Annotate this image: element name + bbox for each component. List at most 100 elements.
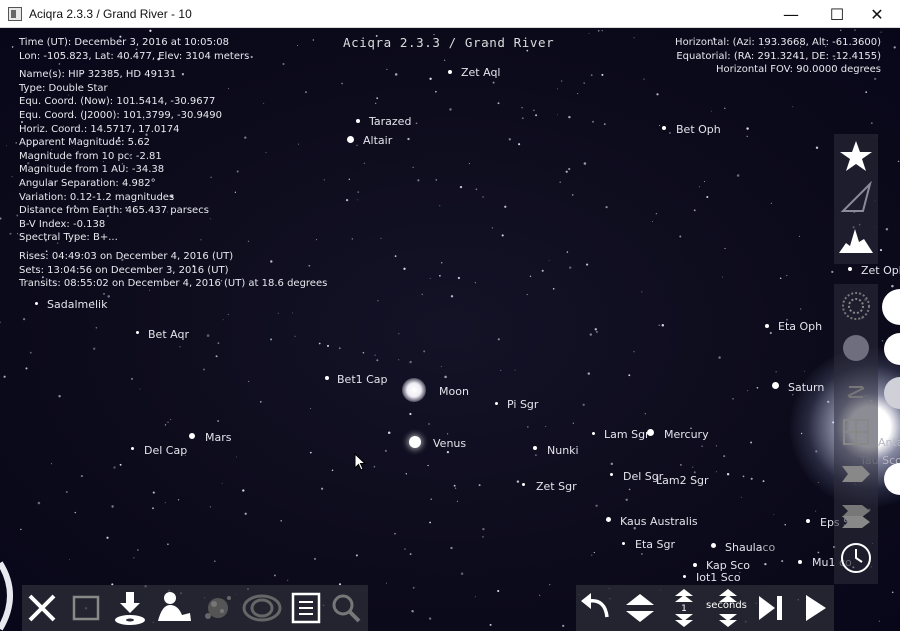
background-star [792, 106, 794, 108]
background-star [595, 504, 598, 507]
star-eps-sco[interactable] [806, 519, 810, 523]
info-rises: Rises: 04:49:03 on December 4, 2016 (UT) [19, 250, 234, 262]
atmosphere-button[interactable] [834, 328, 878, 368]
deep-sky-button[interactable] [834, 286, 878, 326]
star-shaula[interactable] [711, 543, 716, 548]
info-apparent-mag: Apparent Magnitude: 5.62 [19, 137, 150, 149]
search-button[interactable] [326, 588, 366, 628]
star-zet-sgr[interactable] [522, 483, 525, 486]
time-unit-label: seconds [706, 600, 747, 611]
star-tarazed[interactable] [356, 119, 360, 123]
sky-view[interactable]: Time (UT): December 3, 2016 at 10:05:08 … [0, 29, 900, 631]
label-zet-sgr: Zet Sgr [536, 480, 577, 493]
mercury[interactable] [647, 429, 654, 436]
satellites-button[interactable] [198, 588, 238, 628]
background-star [273, 574, 276, 577]
star-bet-oph[interactable] [662, 126, 666, 130]
close-button[interactable]: ✕ [854, 0, 900, 28]
background-star [74, 511, 77, 514]
landscape-button[interactable] [834, 220, 878, 260]
right-edge-buttons[interactable] [878, 287, 900, 507]
info-horiz: Horiz. Coord.: 14.5717, 17.0174 [19, 123, 180, 135]
background-star [454, 487, 457, 489]
label-eta-sgr: Eta Sgr [635, 538, 675, 551]
info-ang-sep: Angular Separation: 4.982° [19, 177, 156, 189]
undo-button[interactable] [576, 588, 616, 628]
star-mu1-sco[interactable] [798, 560, 802, 564]
window-frame-button[interactable] [66, 588, 106, 628]
background-star [605, 205, 608, 209]
satellite-icon [205, 596, 231, 619]
background-star [107, 295, 110, 298]
background-star [482, 196, 484, 198]
notes-button[interactable] [286, 588, 326, 628]
background-star [377, 299, 379, 302]
view-fov: Horizontal FOV: 90.0000 degrees [715, 64, 881, 76]
star-iot1-sco[interactable] [683, 575, 686, 578]
background-star [726, 472, 730, 476]
background-star [355, 554, 358, 557]
background-star [320, 487, 324, 490]
background-star [411, 610, 414, 613]
star-lam-sgr[interactable] [592, 432, 595, 435]
background-star [534, 454, 537, 457]
star-sadalmelik[interactable] [35, 302, 38, 305]
background-star [568, 167, 571, 171]
venus[interactable] [409, 436, 421, 448]
rate-step-button[interactable]: 1 [664, 588, 704, 628]
star-altair[interactable] [347, 136, 354, 143]
background-star [773, 514, 775, 516]
star-pi-sgr[interactable] [495, 402, 498, 405]
background-star [292, 312, 294, 314]
saturn[interactable] [772, 382, 779, 389]
background-star [706, 196, 709, 198]
star-icon [840, 141, 872, 171]
star-nunki[interactable] [533, 446, 537, 450]
close-icon: ✕ [870, 4, 884, 24]
background-star [167, 543, 169, 546]
label-saturn: Saturn [788, 381, 825, 394]
minimize-button[interactable]: — [768, 0, 814, 28]
time-unit-button[interactable]: seconds [706, 588, 750, 628]
background-star [762, 480, 765, 483]
star-del-cap[interactable] [131, 447, 134, 450]
planet-labels-button[interactable] [834, 370, 878, 410]
background-star [879, 249, 883, 252]
rate-toggle-button[interactable] [620, 588, 660, 628]
background-star [539, 594, 541, 596]
background-star [586, 263, 589, 266]
star-kap-sco[interactable] [693, 563, 697, 567]
star-bet1-cap[interactable] [325, 376, 329, 380]
orbital-view-button[interactable] [242, 588, 282, 628]
equatorial-grid-button[interactable] [834, 412, 878, 452]
label-bet1-cap: Bet1 Cap [337, 373, 388, 386]
star-kaus-australis[interactable] [606, 517, 611, 522]
step-forward-button[interactable] [750, 588, 790, 628]
background-star [357, 199, 359, 201]
moon[interactable] [402, 378, 426, 402]
observer-location-button[interactable] [154, 588, 194, 628]
background-star [583, 82, 586, 84]
forward-direction-button[interactable] [834, 454, 878, 494]
date-time-button[interactable] [834, 538, 878, 578]
background-star [15, 142, 18, 144]
constellation-lines-button[interactable] [834, 178, 878, 218]
star-eta-sgr[interactable] [622, 542, 625, 545]
ecliptic-button[interactable] [834, 496, 878, 536]
background-star [591, 120, 595, 123]
background-star [65, 491, 68, 493]
star-zet-oph[interactable] [848, 267, 852, 271]
close-view-button[interactable] [22, 588, 62, 628]
star-eta-oph[interactable] [765, 324, 769, 328]
play-button[interactable] [794, 588, 834, 628]
star-zet-aql[interactable] [448, 70, 452, 74]
background-star [804, 370, 806, 372]
star-catalog-button[interactable] [834, 136, 878, 176]
background-star [655, 212, 658, 215]
background-star [569, 266, 572, 269]
star-del-sgr[interactable] [610, 473, 613, 476]
maximize-icon: ☐ [829, 4, 845, 24]
star-bet-aqr[interactable] [136, 331, 139, 334]
download-button[interactable] [110, 588, 150, 628]
mars[interactable] [189, 433, 195, 439]
